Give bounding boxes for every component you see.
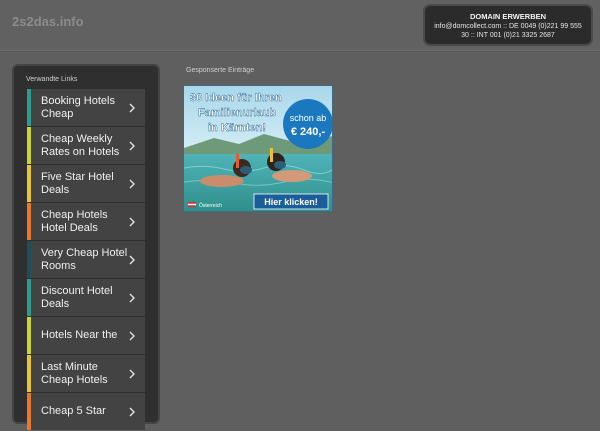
- related-link-label: Very Cheap Hotel Rooms: [41, 246, 128, 272]
- related-link-1[interactable]: Cheap Weekly Rates on Hotels: [27, 127, 145, 164]
- price-badge-prefix: schon ab: [290, 113, 327, 123]
- related-link-label: Cheap Weekly Rates on Hotels: [41, 132, 120, 158]
- ad-headline-line-2: Familienurlaub: [198, 107, 277, 119]
- ad-headline-line-3: in Kärnten!: [208, 122, 266, 134]
- chevron-right-icon: [129, 331, 135, 340]
- related-link-label: Five Star Hotel Deals: [41, 170, 114, 196]
- sponsored-entries-title: Gesponserte Einträge: [186, 67, 255, 74]
- ad-brand: Österreich: [199, 202, 222, 209]
- ad-cta-label: Hier klicken!: [264, 197, 318, 207]
- top-bar: 2s2das.info DOMAIN ERWERBEN info@domcoll…: [0, 0, 600, 51]
- related-link-6[interactable]: Hotels Near the: [27, 317, 145, 354]
- related-links-list: Booking Hotels Cheap Cheap Weekly Rates …: [27, 89, 145, 431]
- ad-image: 30 Ideen für Ihren Familienurlaub in Kär…: [184, 86, 332, 211]
- related-link-5[interactable]: Discount Hotel Deals: [27, 279, 145, 316]
- domain-purchase-box[interactable]: DOMAIN ERWERBEN info@domcollect.com :: D…: [423, 4, 593, 46]
- price-badge: [283, 99, 332, 149]
- domain-box-title: DOMAIN ERWERBEN: [469, 12, 547, 21]
- site-title[interactable]: 2s2das.info: [12, 14, 84, 29]
- chevron-right-icon: [129, 369, 135, 378]
- related-link-3[interactable]: Cheap Hotels Hotel Deals: [27, 203, 145, 240]
- related-link-8[interactable]: Cheap 5 Star: [27, 393, 145, 430]
- related-link-label: Last Minute Cheap Hotels: [41, 360, 108, 386]
- chevron-right-icon: [129, 255, 135, 264]
- related-link-label: Cheap Hotels Hotel Deals: [41, 208, 108, 234]
- domain-box-contact-line-1: info@domcollect.com :: DE 0049 (0)221 99…: [434, 23, 582, 30]
- chevron-right-icon: [129, 407, 135, 416]
- related-link-label: Cheap 5 Star: [41, 405, 106, 417]
- related-links-title: Verwandte Links: [26, 76, 78, 83]
- related-link-2[interactable]: Five Star Hotel Deals: [27, 165, 145, 202]
- related-link-label: Booking Hotels Cheap: [41, 94, 115, 120]
- related-link-7[interactable]: Last Minute Cheap Hotels: [27, 355, 145, 392]
- chevron-right-icon: [129, 141, 135, 150]
- chevron-right-icon: [129, 293, 135, 302]
- related-link-label: Hotels Near the: [41, 329, 118, 341]
- related-links-panel: Verwandte Links Booking Hotels Cheap Che…: [12, 64, 160, 430]
- sponsored-ad-banner[interactable]: 30 Ideen für Ihren Familienurlaub in Kär…: [183, 85, 333, 212]
- chevron-right-icon: [129, 179, 135, 188]
- related-link-label: Discount Hotel Deals: [41, 284, 113, 310]
- chevron-right-icon: [129, 217, 135, 226]
- price-badge-amount: € 240,-: [291, 126, 326, 138]
- chevron-right-icon: [129, 103, 135, 112]
- domain-box-contact-line-2: 30 :: INT 001 (0)21 3325 2687: [461, 32, 555, 39]
- related-link-0[interactable]: Booking Hotels Cheap: [27, 89, 145, 126]
- related-link-4[interactable]: Very Cheap Hotel Rooms: [27, 241, 145, 278]
- ad-headline-line-1: 30 Ideen für Ihren: [190, 92, 282, 104]
